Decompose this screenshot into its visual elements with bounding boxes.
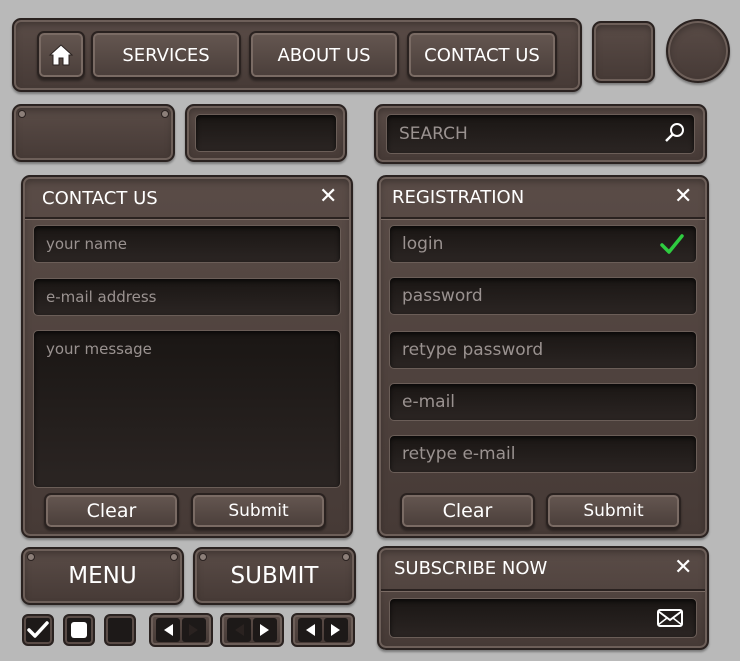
contact-email-input[interactable]: e-mail address (33, 278, 341, 316)
contact-message-textarea[interactable]: your message (33, 330, 341, 488)
arrow-pair-2 (220, 613, 284, 647)
retype-email-input[interactable]: retype e-mail (389, 435, 697, 473)
checkbox-filled[interactable] (63, 614, 95, 646)
nav-contact-us[interactable]: CONTACT US (407, 31, 557, 79)
login-placeholder: login (402, 234, 444, 254)
checkmark-icon (27, 621, 49, 638)
round-button[interactable] (666, 19, 730, 83)
triangle-left-icon (164, 624, 173, 636)
checkbox-empty[interactable] (104, 614, 136, 646)
retype-password-placeholder: retype password (402, 340, 544, 360)
subscribe-divider (381, 589, 705, 591)
arrow-pair-3 (291, 613, 355, 647)
search-input[interactable]: SEARCH (386, 114, 695, 154)
search-placeholder: SEARCH (399, 124, 468, 144)
arrow-left-button[interactable] (156, 618, 180, 642)
big-submit-button-label: SUBMIT (230, 563, 319, 589)
password-placeholder: password (402, 286, 483, 306)
contact-name-input[interactable]: your name (33, 225, 341, 263)
contact-panel-title: CONTACT US (42, 188, 158, 209)
password-input[interactable]: password (389, 277, 697, 315)
email-input[interactable]: e-mail (389, 383, 697, 421)
arrow-left-button[interactable] (298, 618, 322, 642)
registration-divider (381, 217, 705, 219)
triangle-right-icon (331, 624, 340, 636)
email-placeholder: e-mail (402, 392, 456, 412)
blank-field[interactable] (195, 114, 337, 152)
retype-email-placeholder: retype e-mail (402, 444, 516, 464)
arrow-pair-1 (149, 613, 213, 647)
home-icon (48, 44, 74, 66)
subscribe-email-input[interactable] (389, 598, 697, 638)
arrow-right-button[interactable] (324, 618, 348, 642)
contact-clear-button[interactable]: Clear (44, 493, 179, 529)
arrow-left-button[interactable] (227, 618, 251, 642)
contact-divider (25, 217, 349, 219)
arrow-right-button[interactable] (182, 618, 206, 642)
home-button[interactable] (37, 31, 85, 79)
contact-submit-button[interactable]: Submit (191, 493, 326, 529)
arrow-right-button[interactable] (253, 618, 277, 642)
square-fill-icon (71, 622, 87, 638)
login-input[interactable]: login (389, 225, 697, 263)
checkmark-icon (660, 234, 684, 254)
contact-name-placeholder: your name (46, 235, 128, 253)
contact-email-placeholder: e-mail address (46, 288, 157, 306)
nav-about-us[interactable]: ABOUT US (249, 31, 399, 79)
blank-plate (12, 104, 175, 162)
envelope-icon[interactable] (657, 609, 683, 627)
triangle-left-icon (235, 624, 244, 636)
menu-button-label: MENU (68, 563, 137, 589)
contact-close-icon[interactable]: ✕ (319, 184, 337, 209)
registration-submit-button[interactable]: Submit (546, 493, 681, 529)
triangle-right-icon (260, 624, 269, 636)
registration-clear-button[interactable]: Clear (400, 493, 535, 529)
search-icon[interactable] (664, 122, 686, 144)
subscribe-title: SUBSCRIBE NOW (394, 558, 548, 579)
menu-button[interactable]: MENU (21, 547, 184, 605)
retype-password-input[interactable]: retype password (389, 331, 697, 369)
registration-close-icon[interactable]: ✕ (674, 184, 692, 209)
big-submit-button[interactable]: SUBMIT (193, 547, 356, 605)
triangle-left-icon (306, 624, 315, 636)
triangle-right-icon (189, 624, 198, 636)
nav-services[interactable]: SERVICES (91, 31, 241, 79)
registration-panel-title: REGISTRATION (392, 187, 525, 208)
square-button[interactable] (592, 21, 655, 83)
contact-message-placeholder: your message (46, 340, 152, 358)
subscribe-close-icon[interactable]: ✕ (674, 555, 692, 580)
checkbox-checked[interactable] (22, 614, 54, 646)
